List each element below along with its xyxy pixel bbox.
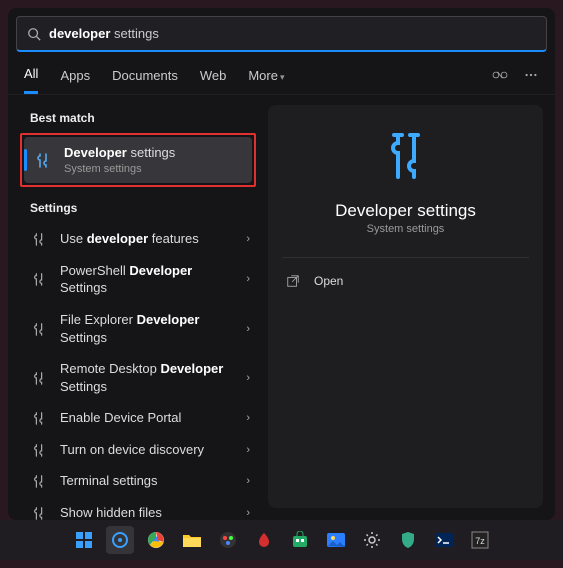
result-setting[interactable]: Remote Desktop Developer Settings›	[8, 353, 266, 402]
tab-apps[interactable]: Apps	[60, 68, 90, 93]
settings-dev-icon	[30, 473, 48, 489]
highlight-annotation: Developer settings System settings	[20, 133, 256, 187]
more-icon[interactable]	[523, 68, 539, 82]
settings-dev-icon	[30, 271, 48, 287]
result-setting[interactable]: Turn on device discovery›	[8, 434, 266, 466]
account-link-icon[interactable]	[491, 68, 509, 82]
tab-documents[interactable]: Documents	[112, 68, 178, 93]
taskbar-start[interactable]	[70, 526, 98, 554]
settings-dev-icon	[30, 370, 48, 386]
active-indicator	[24, 149, 27, 171]
settings-dev-icon	[30, 442, 48, 458]
svg-text:7z: 7z	[475, 536, 485, 546]
chevron-right-icon: ›	[246, 372, 256, 384]
chevron-right-icon: ›	[246, 233, 256, 245]
taskbar: 7z	[0, 520, 563, 560]
chevron-right-icon: ›	[246, 273, 256, 285]
settings-dev-icon	[30, 231, 48, 247]
chevron-right-icon: ›	[246, 507, 256, 519]
filter-tabs: All Apps Documents Web More▾	[8, 56, 555, 95]
taskbar-explorer[interactable]	[178, 526, 206, 554]
settings-dev-icon	[30, 321, 48, 337]
taskbar-7zip[interactable]: 7z	[466, 526, 494, 554]
preview-pane: Developer settings System settings Open	[268, 105, 543, 508]
result-best-match[interactable]: Developer settings System settings	[24, 137, 252, 183]
taskbar-chrome[interactable]	[142, 526, 170, 554]
result-setting[interactable]: Use developer features›	[8, 223, 266, 255]
taskbar-terminal[interactable]	[430, 526, 458, 554]
settings-dev-icon	[30, 505, 48, 520]
taskbar-store[interactable]	[286, 526, 314, 554]
result-setting[interactable]: PowerShell Developer Settings›	[8, 255, 266, 304]
chevron-right-icon: ›	[246, 444, 256, 456]
tab-more[interactable]: More▾	[248, 68, 284, 93]
tab-web[interactable]: Web	[200, 68, 227, 93]
chevron-down-icon: ▾	[280, 72, 285, 82]
taskbar-photos[interactable]	[322, 526, 350, 554]
section-settings: Settings	[8, 197, 266, 223]
taskbar-settings[interactable]	[358, 526, 386, 554]
result-setting[interactable]: File Explorer Developer Settings›	[8, 304, 266, 353]
settings-dev-icon	[34, 151, 52, 169]
tab-all[interactable]: All	[24, 66, 38, 94]
result-setting[interactable]: Terminal settings›	[8, 465, 266, 497]
taskbar-security[interactable]	[394, 526, 422, 554]
divider	[282, 257, 529, 258]
settings-dev-icon	[30, 410, 48, 426]
results-list: Best match Developer settings System set…	[8, 95, 266, 520]
search-input[interactable]: developer settings	[16, 16, 547, 52]
search-icon	[27, 27, 41, 41]
open-icon	[286, 274, 302, 288]
taskbar-app-red[interactable]	[250, 526, 278, 554]
taskbar-app-colorwheel[interactable]	[214, 526, 242, 554]
open-action[interactable]: Open	[282, 268, 529, 294]
result-setting[interactable]: Show hidden files›	[8, 497, 266, 520]
chevron-right-icon: ›	[246, 323, 256, 335]
chevron-right-icon: ›	[246, 475, 256, 487]
preview-title: Developer settings	[335, 201, 476, 221]
taskbar-search[interactable]	[106, 526, 134, 554]
preview-icon	[376, 127, 436, 187]
chevron-right-icon: ›	[246, 412, 256, 424]
result-setting[interactable]: Enable Device Portal›	[8, 402, 266, 434]
section-best-match: Best match	[8, 107, 266, 133]
search-query: developer settings	[49, 26, 536, 41]
preview-subtitle: System settings	[367, 223, 445, 235]
